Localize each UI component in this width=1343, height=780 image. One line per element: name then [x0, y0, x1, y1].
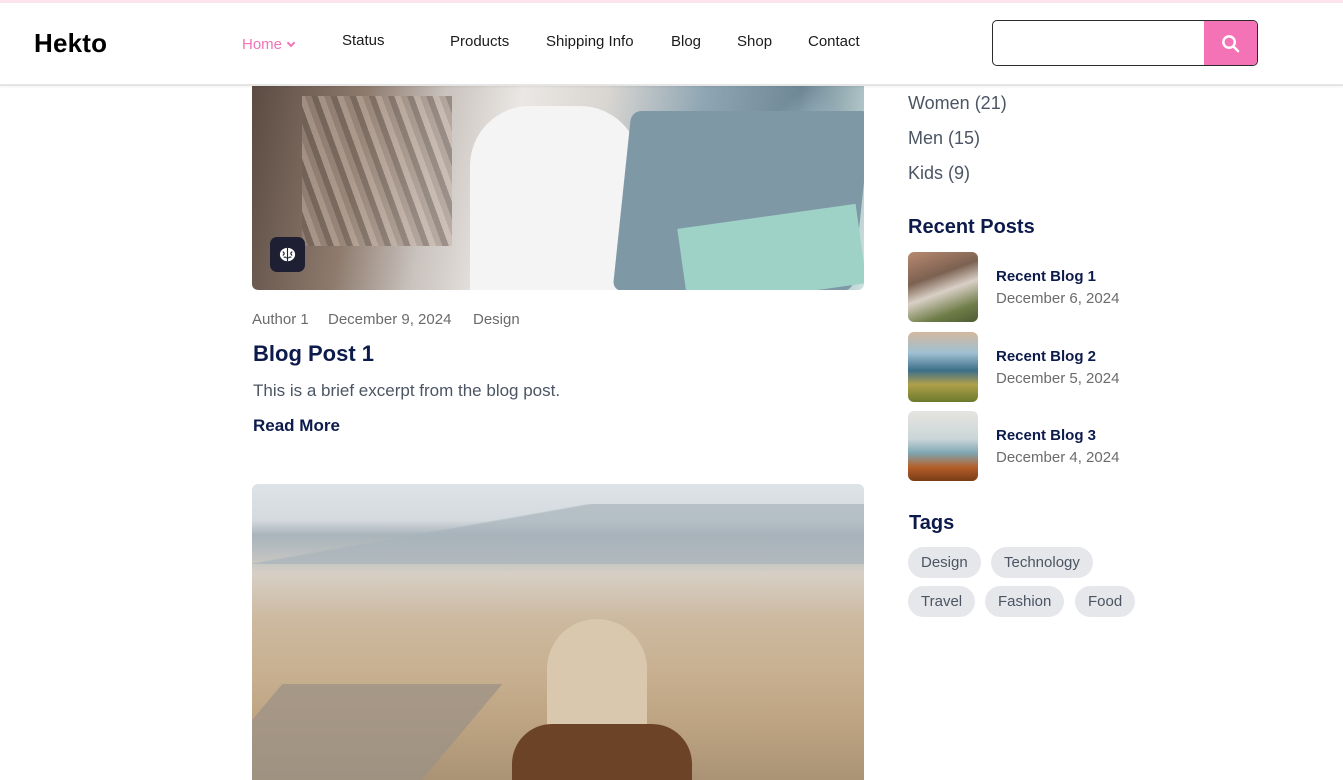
post-author[interactable]: Author 1 [252, 311, 309, 328]
nav-shop[interactable]: Shop [737, 33, 772, 50]
tag-design[interactable]: Design [908, 547, 981, 578]
recent-post-date: December 5, 2024 [996, 370, 1120, 387]
nav-home[interactable]: Home [242, 36, 296, 53]
recent-post-date: December 4, 2024 [996, 449, 1120, 466]
recent-posts-heading: Recent Posts [908, 216, 1035, 238]
search-box [992, 20, 1258, 66]
nav-home-label: Home [242, 36, 283, 53]
search-icon [1222, 35, 1240, 53]
search-button[interactable] [1204, 21, 1257, 65]
nav-products[interactable]: Products [450, 33, 509, 50]
image-detail-pens [302, 96, 452, 246]
nav-contact[interactable]: Contact [808, 33, 860, 50]
category-men[interactable]: Men (15) [908, 128, 980, 149]
chevron-down-icon [286, 38, 296, 48]
nav-blog[interactable]: Blog [671, 33, 701, 50]
search-input[interactable] [993, 21, 1205, 65]
site-header: Hekto Home Status Products Shipping Info… [0, 3, 1343, 86]
image-detail-road [252, 684, 503, 780]
recent-post-item[interactable]: Recent Blog 2 December 5, 2024 [908, 332, 1168, 402]
image-detail-mountains [252, 504, 864, 564]
category-kids[interactable]: Kids (9) [908, 163, 970, 184]
brain-icon[interactable] [270, 237, 305, 272]
post-category[interactable]: Design [473, 311, 520, 328]
recent-post-title[interactable]: Recent Blog 2 [996, 348, 1096, 365]
tag-fashion[interactable]: Fashion [985, 586, 1065, 617]
image-detail-coat [512, 724, 692, 780]
post-excerpt: This is a brief excerpt from the blog po… [253, 381, 561, 400]
tag-travel[interactable]: Travel [908, 586, 976, 617]
recent-post-thumbnail[interactable] [908, 252, 978, 322]
recent-post-thumbnail[interactable] [908, 332, 978, 402]
recent-post-date: December 6, 2024 [996, 290, 1120, 307]
blog-post-1-image[interactable] [252, 86, 864, 290]
recent-post-thumbnail[interactable] [908, 411, 978, 481]
site-logo[interactable]: Hekto [34, 28, 107, 59]
category-women[interactable]: Women (21) [908, 93, 1007, 114]
nav-status[interactable]: Status [342, 32, 385, 49]
read-more-link[interactable]: Read More [253, 416, 340, 436]
tags-heading: Tags [909, 512, 955, 534]
tag-food[interactable]: Food [1075, 586, 1136, 617]
tag-technology[interactable]: Technology [991, 547, 1093, 578]
recent-post-item[interactable]: Recent Blog 1 December 6, 2024 [908, 252, 1168, 322]
post-date: December 9, 2024 [328, 311, 452, 328]
nav-shipping-info[interactable]: Shipping Info [546, 33, 634, 50]
post-title[interactable]: Blog Post 1 [253, 341, 374, 367]
recent-post-item[interactable]: Recent Blog 3 December 4, 2024 [908, 411, 1168, 481]
recent-post-title[interactable]: Recent Blog 1 [996, 268, 1096, 285]
blog-post-2-image[interactable] [252, 484, 864, 780]
recent-post-title[interactable]: Recent Blog 3 [996, 427, 1096, 444]
